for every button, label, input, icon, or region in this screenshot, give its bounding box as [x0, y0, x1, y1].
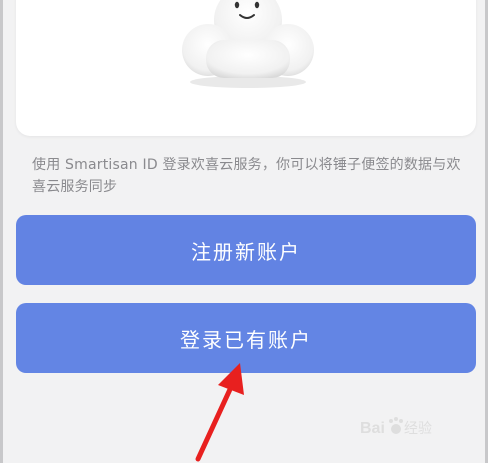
red-arrow-icon: [195, 363, 244, 462]
left-edge: [0, 0, 3, 463]
register-button-label: 注册新账户: [191, 239, 301, 264]
login-description: 使用 Smartisan ID 登录欢喜云服务，你可以将锤子便签的数据与欢喜云服…: [32, 157, 461, 195]
login-button-label: 登录已有账户: [180, 327, 312, 352]
register-button[interactable]: 注册新账户: [16, 215, 476, 285]
baidu-watermark-logo: Bai 经验: [360, 417, 432, 437]
svg-text:经验: 经验: [404, 420, 432, 436]
svg-text:Bai: Bai: [360, 420, 385, 437]
smiling-cloud-icon: [182, 0, 314, 88]
